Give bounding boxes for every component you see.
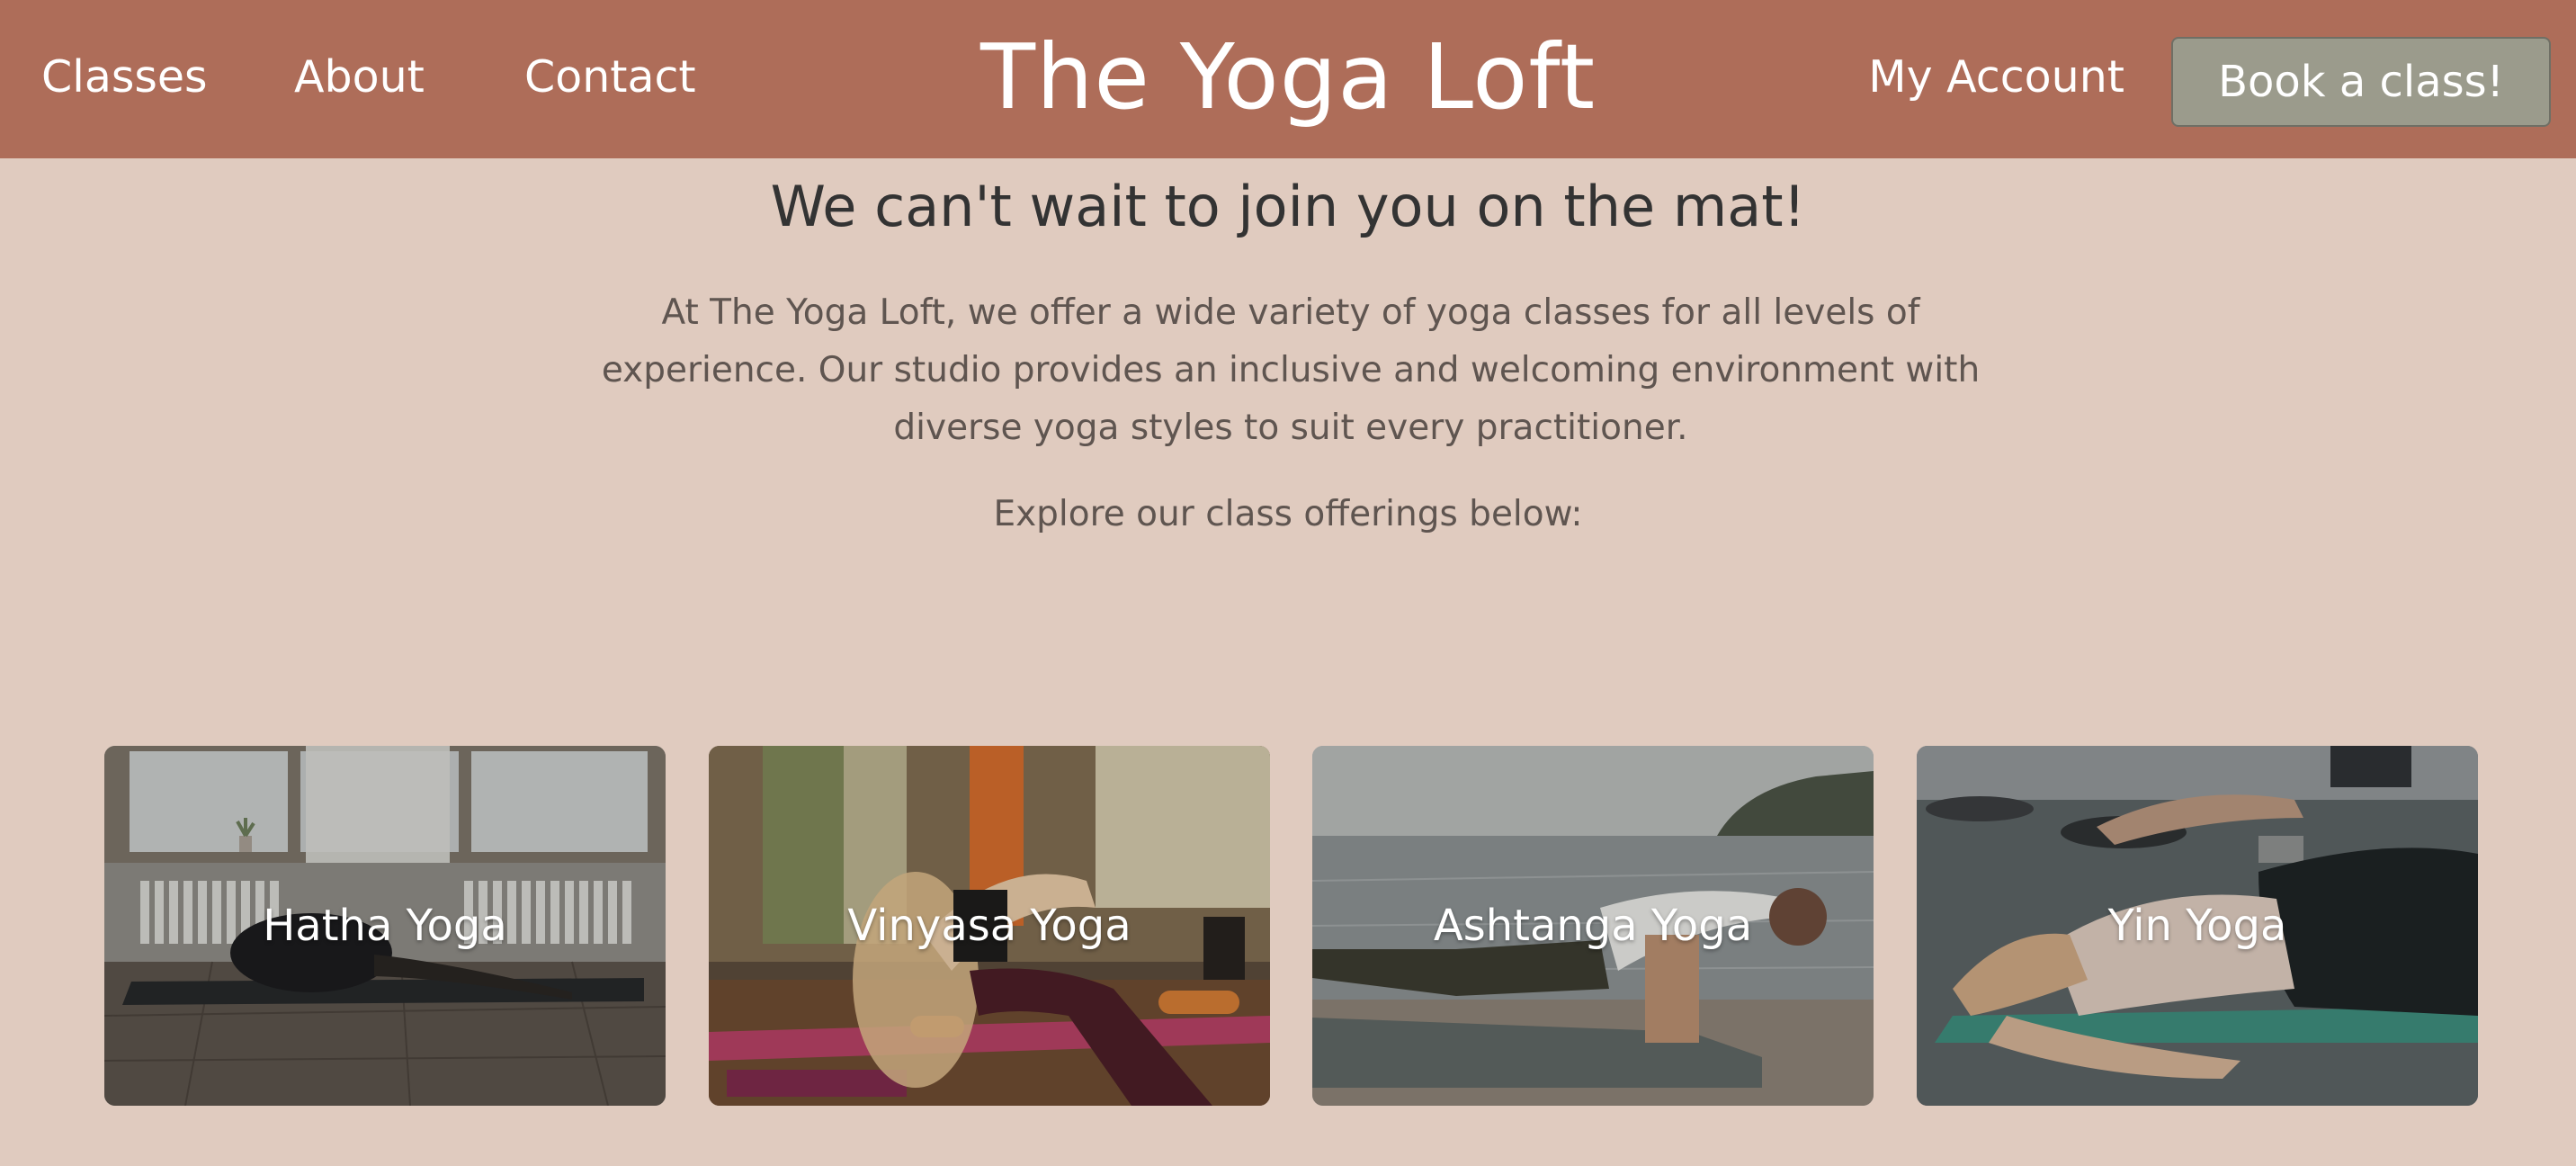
my-account-link[interactable]: My Account <box>1868 50 2124 104</box>
class-card-label: Ashtanga Yoga <box>1433 901 1753 951</box>
class-card-label: Vinyasa Yoga <box>847 901 1131 951</box>
class-card-yin[interactable]: Yin Yoga <box>1917 746 2478 1106</box>
explore-prompt: Explore our class offerings below: <box>993 494 1583 534</box>
class-card-hatha[interactable]: Hatha Yoga <box>104 746 666 1106</box>
nav-link-classes[interactable]: Classes <box>41 50 208 104</box>
site-title: The Yoga Loft <box>979 24 1597 130</box>
book-class-button[interactable]: Book a class! <box>2171 37 2551 127</box>
class-card-ashtanga[interactable]: Ashtanga Yoga <box>1312 746 1874 1106</box>
class-card-label: Hatha Yoga <box>263 901 507 951</box>
page-headline: We can't wait to join you on the mat! <box>770 174 1806 239</box>
intro-paragraph: At The Yoga Loft, we offer a wide variet… <box>601 292 1981 448</box>
site-header: Classes About Contact The Yoga Loft My A… <box>0 0 2576 158</box>
nav-link-about[interactable]: About <box>294 50 425 104</box>
class-card-vinyasa[interactable]: Vinyasa Yoga <box>709 746 1270 1106</box>
nav-link-contact[interactable]: Contact <box>524 50 696 104</box>
class-card-label: Yin Yoga <box>2107 901 2287 951</box>
